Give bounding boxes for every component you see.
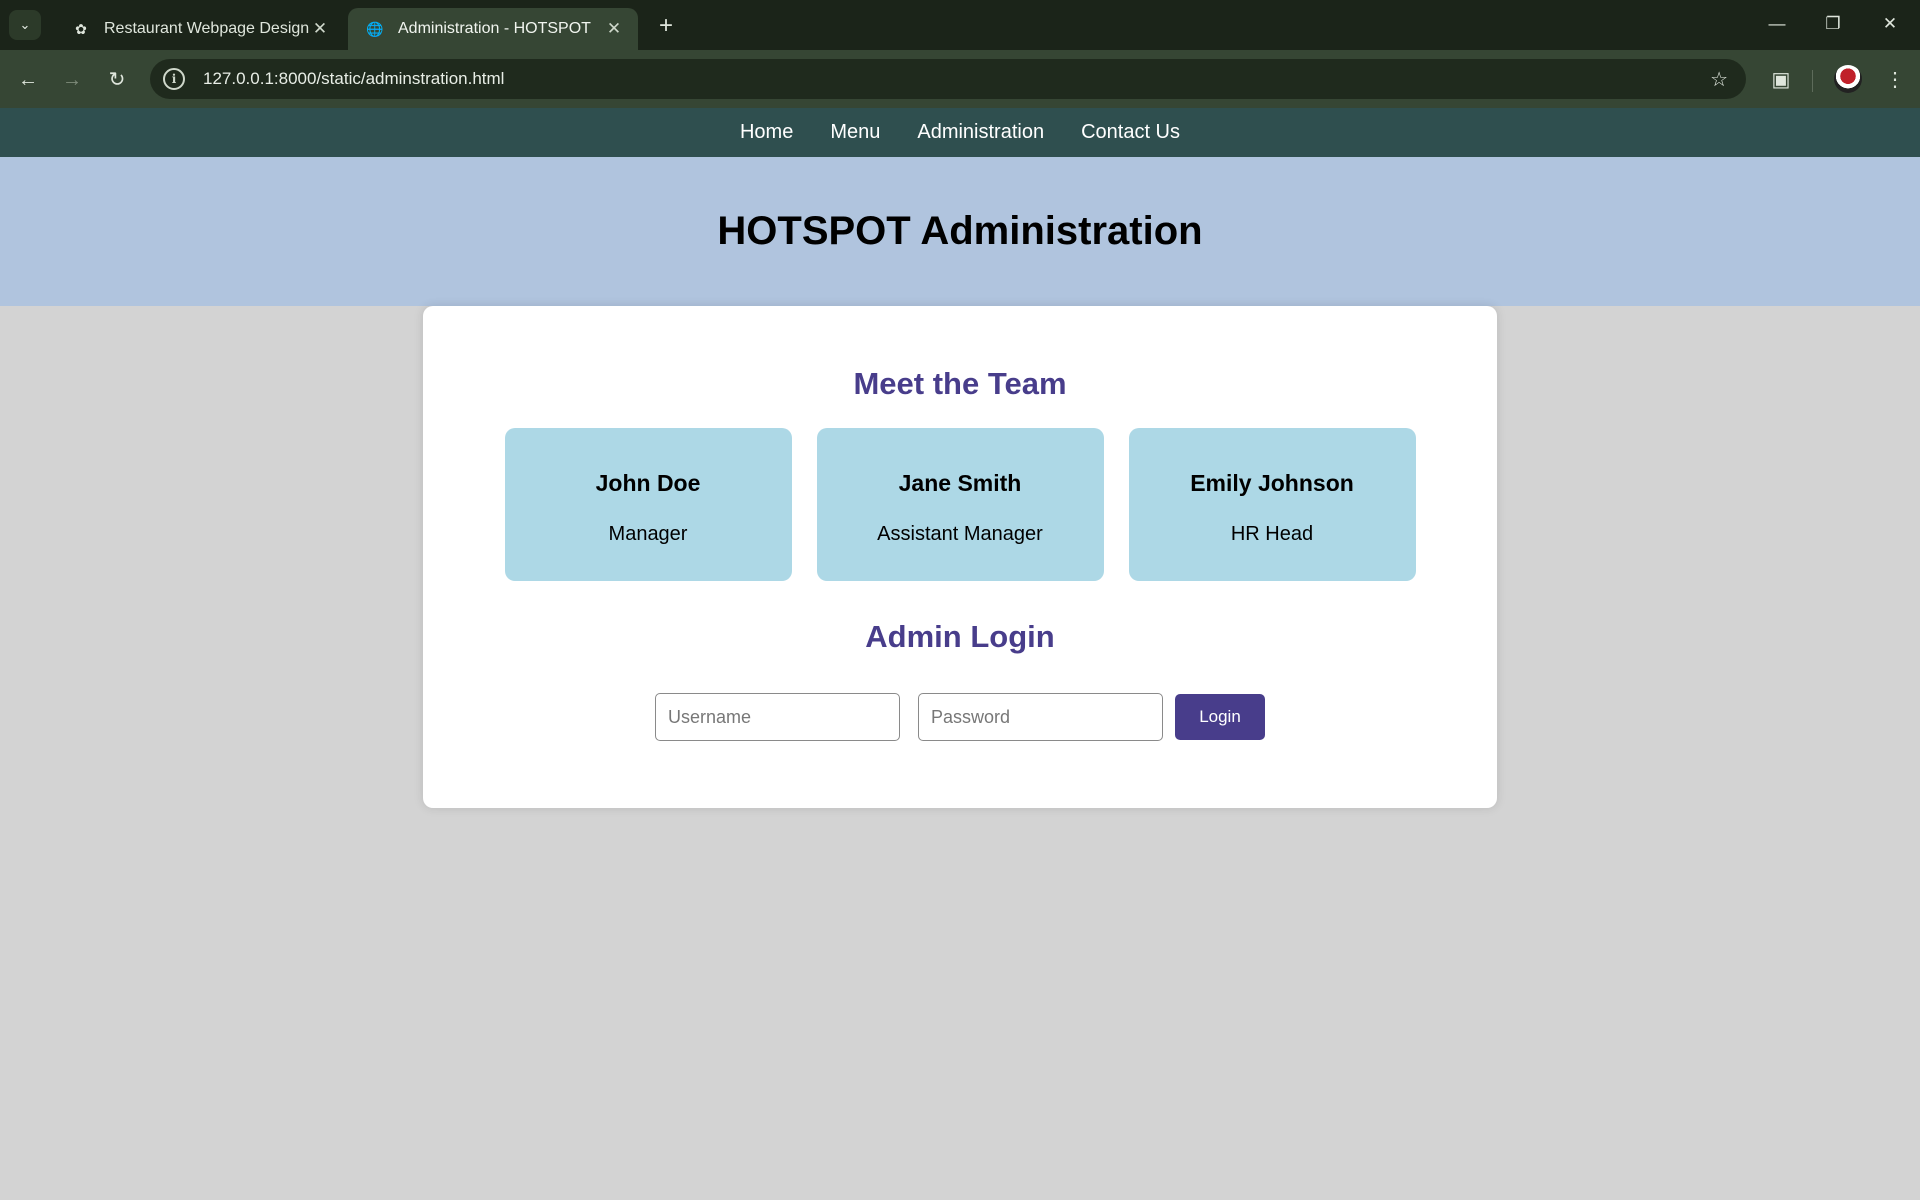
member-role: Assistant Manager	[877, 523, 1043, 545]
nav-link-administration[interactable]: Administration	[917, 121, 1044, 144]
member-name: Jane Smith	[898, 470, 1022, 496]
username-input[interactable]	[655, 693, 900, 741]
profile-avatar[interactable]	[1834, 65, 1862, 93]
tab-title: Restaurant Webpage Design	[104, 20, 310, 37]
close-icon[interactable]: ✕	[604, 19, 624, 39]
team-member-card: Emily Johnson HR Head	[1128, 428, 1416, 581]
page-header: HOTSPOT Administration	[0, 157, 1920, 306]
openai-icon: ✿	[75, 20, 87, 37]
reload-icon[interactable]: ↻	[102, 65, 132, 95]
address-bar[interactable]: i 127.0.0.1:8000/static/adminstration.ht…	[150, 59, 1746, 99]
globe-icon: 🌐	[366, 20, 384, 37]
nav-link-contact-us[interactable]: Contact Us	[1081, 121, 1180, 144]
url-text[interactable]: 127.0.0.1:8000/static/adminstration.html	[203, 69, 504, 89]
back-icon[interactable]: ←	[13, 65, 43, 95]
tab-restaurant-webpage-design[interactable]: ✿ Restaurant Webpage Design ✕	[54, 8, 344, 50]
member-name: John Doe	[595, 470, 701, 496]
site-navigation: Home Menu Administration Contact Us	[0, 108, 1920, 157]
login-form: Login	[423, 693, 1497, 741]
restore-icon[interactable]: ❐	[1813, 8, 1853, 40]
browser-tab-bar: ⌄ ✿ Restaurant Webpage Design ✕ 🌐 Admini…	[0, 0, 1920, 50]
forward-icon[interactable]: →	[57, 65, 87, 95]
tab-administration-hotspot[interactable]: 🌐 Administration - HOTSPOT ✕	[348, 8, 638, 50]
chevron-down-icon: ⌄	[19, 17, 31, 32]
more-menu-icon[interactable]: ⋮	[1880, 65, 1910, 95]
login-button[interactable]: Login	[1175, 694, 1265, 740]
member-name: Emily Johnson	[1190, 470, 1354, 496]
team-list: John Doe Manager Jane Smith Assistant Ma…	[423, 428, 1497, 581]
member-role: HR Head	[1230, 523, 1314, 545]
browser-toolbar: ← → ↻ i 127.0.0.1:8000/static/adminstrat…	[0, 50, 1920, 108]
minimize-icon[interactable]: —	[1757, 8, 1797, 40]
admin-panel: Meet the Team John Doe Manager Jane Smit…	[423, 306, 1497, 808]
tab-search-button[interactable]: ⌄	[9, 10, 41, 40]
close-icon[interactable]: ✕	[310, 19, 330, 39]
password-input[interactable]	[918, 693, 1163, 741]
tab-title: Administration - HOTSPOT	[398, 20, 591, 37]
login-heading: Admin Login	[865, 619, 1055, 654]
page-title: HOTSPOT Administration	[717, 209, 1203, 253]
team-member-card: Jane Smith Assistant Manager	[816, 428, 1104, 581]
bookmark-star-icon[interactable]: ☆	[1710, 67, 1728, 92]
nav-link-menu[interactable]: Menu	[830, 121, 880, 144]
member-role: Manager	[608, 523, 688, 545]
toolbar-divider	[1812, 70, 1813, 92]
site-info-icon[interactable]: i	[163, 68, 185, 90]
new-tab-button[interactable]: +	[652, 13, 680, 41]
team-member-card: John Doe Manager	[504, 428, 792, 581]
extensions-icon[interactable]: ▣	[1766, 65, 1796, 95]
window-close-icon[interactable]: ✕	[1870, 8, 1910, 40]
team-heading: Meet the Team	[853, 366, 1067, 401]
nav-link-home[interactable]: Home	[740, 121, 793, 144]
